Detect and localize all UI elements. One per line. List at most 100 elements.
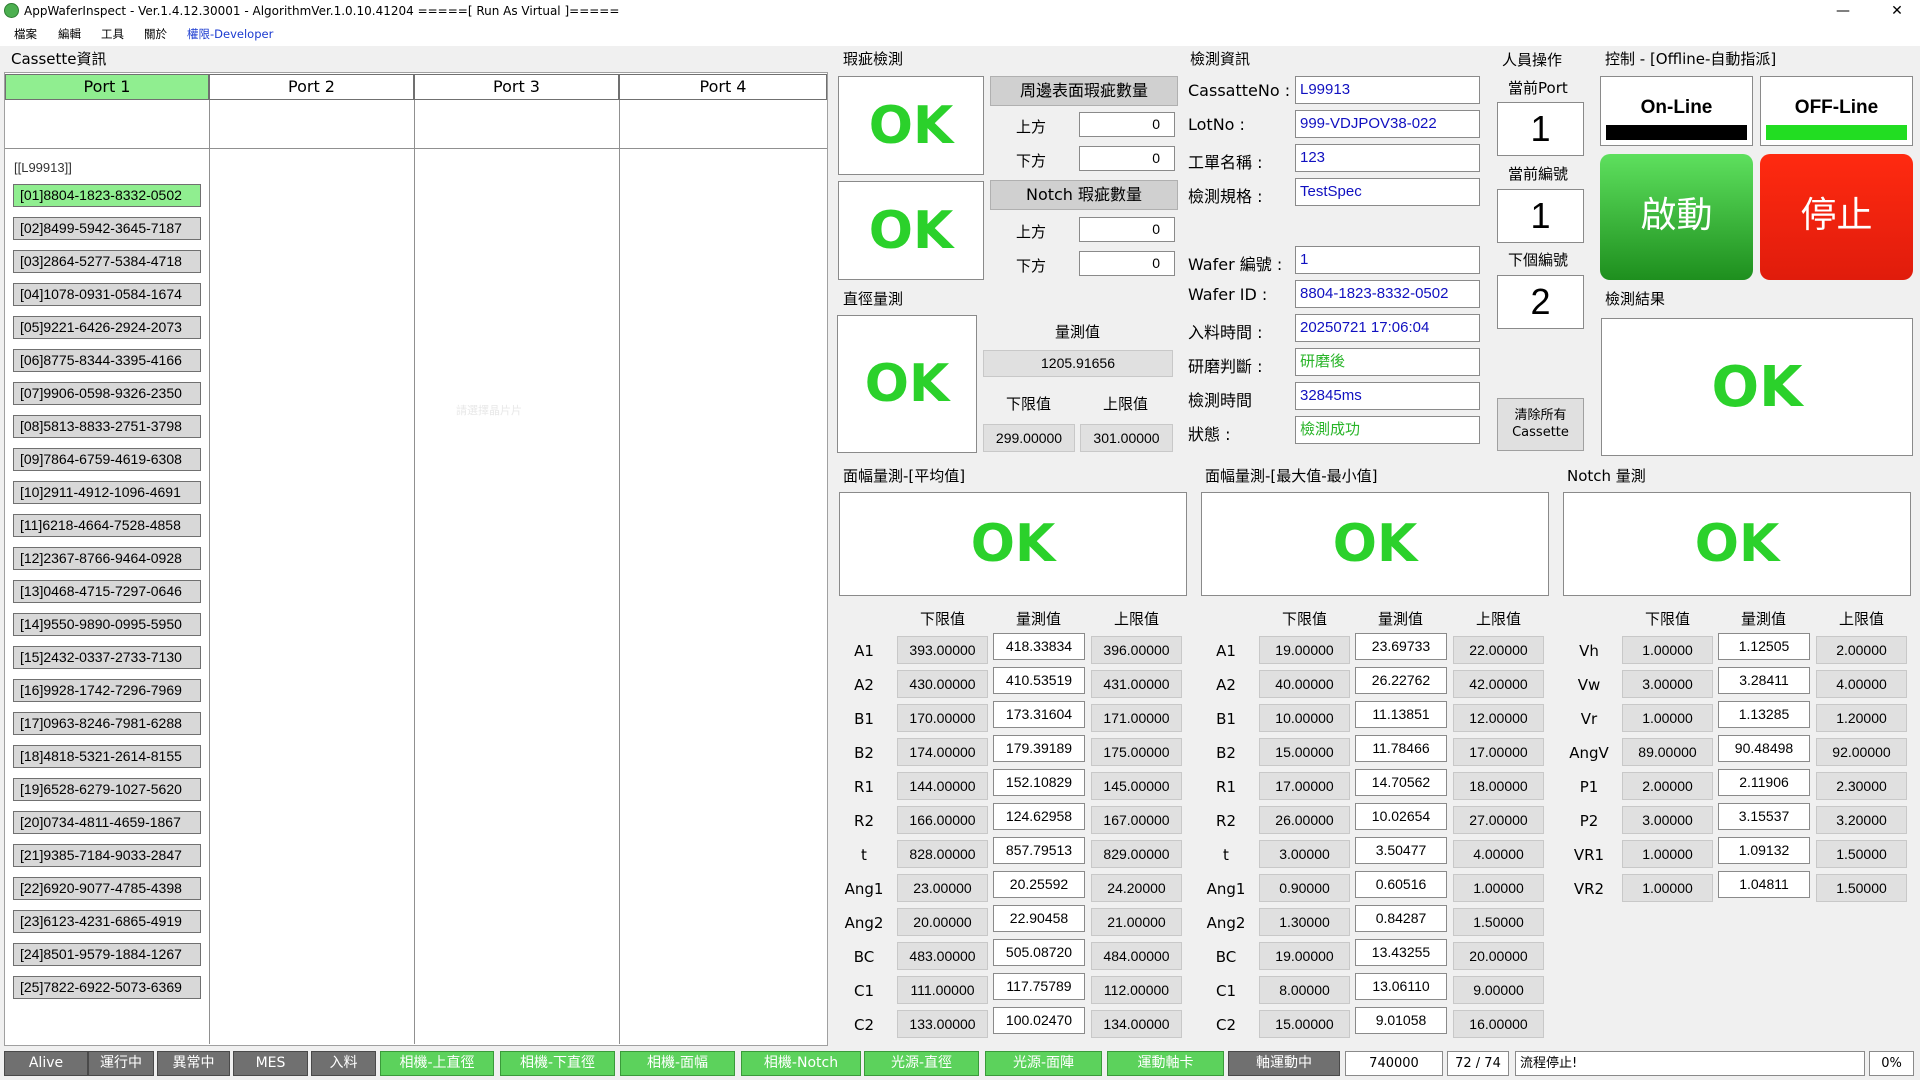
measured-value: 10.02654	[1355, 803, 1447, 830]
cassette-no-label: CassatteNo :	[1188, 81, 1291, 100]
lower-limit-value: 10.00000	[1259, 704, 1350, 732]
wafer-list-item[interactable]: [25]7822-6922-5073-6369	[13, 976, 201, 999]
maxmin-ok: OK	[1201, 492, 1549, 596]
tab-port-1[interactable]: Port 1	[5, 74, 209, 100]
status-indicator: 運行中	[88, 1051, 154, 1076]
wafer-list-item[interactable]: [24]8501-9579-1884-1267	[13, 943, 201, 966]
measured-value: 1.04811	[1718, 871, 1810, 898]
wafer-no-label: Wafer 編號 :	[1188, 255, 1283, 274]
wafer-list-item[interactable]: [17]0963-8246-7981-6288	[13, 712, 201, 735]
row-name: A1	[1216, 642, 1236, 660]
upper-limit-header: 上限值	[1114, 610, 1160, 628]
status-indicator: 運動軸卡	[1107, 1051, 1224, 1076]
counter-field: 740000	[1345, 1051, 1443, 1076]
menu-edit[interactable]: 編輯	[58, 22, 81, 46]
start-button[interactable]: 啟動	[1600, 154, 1753, 280]
wafer-list-item[interactable]: [12]2367-8766-9464-0928	[13, 547, 201, 570]
lower-limit-value: 3.00000	[1259, 840, 1350, 868]
measured-value: 100.02470	[993, 1007, 1085, 1034]
close-button[interactable]: ✕	[1874, 0, 1920, 22]
row-name: Vr	[1580, 710, 1598, 728]
clear-cassette-button[interactable]: 清除所有Cassette	[1497, 398, 1584, 451]
stop-button[interactable]: 停止	[1760, 154, 1913, 280]
wafer-list-item[interactable]: [03]2864-5277-5384-4718	[13, 250, 201, 273]
wafer-no-field: 1	[1295, 246, 1480, 274]
wafer-list-item[interactable]: [08]5813-8833-2751-3798	[13, 415, 201, 438]
wafer-list-item[interactable]: [16]9928-1742-7296-7969	[13, 679, 201, 702]
row-name: R2	[1216, 812, 1236, 830]
status-indicator: MES	[233, 1051, 308, 1076]
status-indicator: 異常中	[157, 1051, 230, 1076]
row-name: R1	[854, 778, 874, 796]
avg-ok: OK	[839, 492, 1187, 596]
wafer-list-item[interactable]: [21]9385-7184-9033-2847	[13, 844, 201, 867]
wafer-list-item[interactable]: [13]0468-4715-7297-0646	[13, 580, 201, 603]
wafer-list-item[interactable]: [14]9550-9890-0995-5950	[13, 613, 201, 636]
wafer-list-item[interactable]: [11]6218-4664-7528-4858	[13, 514, 201, 537]
menu-permission[interactable]: 權限-Developer	[187, 22, 273, 46]
wafer-list-item[interactable]: [20]0734-4811-4659-1867	[13, 811, 201, 834]
measured-value: 90.48498	[1718, 735, 1810, 762]
upper-limit-value: 4.00000	[1453, 840, 1544, 868]
row-name: A2	[854, 676, 874, 694]
title-bar: AppWaferInspect - Ver.1.4.12.30001 - Alg…	[0, 0, 1920, 22]
edge-defect-header: 周邊表面瑕疵數量	[990, 76, 1178, 106]
info-title: 檢測資訊	[1190, 50, 1251, 68]
measured-value: 23.69733	[1355, 633, 1447, 660]
row-name: t	[861, 846, 867, 864]
menu-tools[interactable]: 工具	[101, 22, 124, 46]
measured-value: 11.78466	[1355, 735, 1447, 762]
menu-bar: 檔案 編輯 工具 關於 權限-Developer	[0, 22, 1920, 46]
measured-value: 124.62958	[993, 803, 1085, 830]
wafer-list-item[interactable]: [19]6528-6279-1027-5620	[13, 778, 201, 801]
wafer-list-item[interactable]: [04]1078-0931-0584-1674	[13, 283, 201, 306]
wafer-list-item[interactable]: [18]4818-5321-2614-8155	[13, 745, 201, 768]
inspect-time-label: 檢測時間	[1188, 391, 1253, 410]
wafer-list-item[interactable]: [06]8775-8344-3395-4166	[13, 349, 201, 372]
menu-about[interactable]: 關於	[144, 22, 167, 46]
tab-port-2[interactable]: Port 2	[209, 74, 414, 100]
upper-limit-value: 1.20000	[1816, 704, 1907, 732]
wafer-list-item[interactable]: [02]8499-5942-3645-7187	[13, 217, 201, 240]
window-title: AppWaferInspect - Ver.1.4.12.30001 - Alg…	[24, 4, 620, 18]
wafer-list-item[interactable]: [05]9221-6426-2924-2073	[13, 316, 201, 339]
measured-value: 14.70562	[1355, 769, 1447, 796]
lower-limit-value: 174.00000	[897, 738, 988, 766]
measured-value: 22.90458	[993, 905, 1085, 932]
port-separator	[414, 100, 415, 1044]
measured-value: 173.31604	[993, 701, 1085, 728]
next-no-label: 下個編號	[1508, 251, 1569, 269]
upper-limit-value: 18.00000	[1453, 772, 1544, 800]
upper-limit-value: 21.00000	[1091, 908, 1182, 936]
wafer-list-item[interactable]: [07]9906-0598-9326-2350	[13, 382, 201, 405]
upper-limit-value: 9.00000	[1453, 976, 1544, 1004]
wafer-list-item[interactable]: [22]6920-9077-4785-4398	[13, 877, 201, 900]
wafer-list-item[interactable]: [15]2432-0337-2733-7130	[13, 646, 201, 669]
wafer-list-item[interactable]: [09]7864-6759-4619-6308	[13, 448, 201, 471]
current-port-label: 當前Port	[1508, 79, 1568, 97]
lower-limit-value: 483.00000	[897, 942, 988, 970]
upper-limit-value: 167.00000	[1091, 806, 1182, 834]
row-name: BC	[853, 948, 875, 966]
wafer-list-item[interactable]: [10]2911-4912-1096-4691	[13, 481, 201, 504]
tab-port-3[interactable]: Port 3	[414, 74, 619, 100]
load-time-field: 20250721 17:06:04	[1295, 314, 1480, 342]
status-indicator: 相機-Notch	[741, 1051, 861, 1076]
upper-limit-value: 2.30000	[1816, 772, 1907, 800]
minimize-button[interactable]: —	[1820, 0, 1866, 22]
inspect-time-field: 32845ms	[1295, 382, 1480, 410]
maxmin-title: 面幅量測-[最大值-最小值]	[1205, 467, 1378, 485]
wafer-list-item[interactable]: [01]8804-1823-8332-0502	[13, 184, 201, 207]
measured-value: 0.60516	[1355, 871, 1447, 898]
notch-up-label: 上方	[1016, 223, 1047, 241]
lower-limit-value: 19.00000	[1259, 942, 1350, 970]
wafer-list-item[interactable]: [23]6123-4231-6865-4919	[13, 910, 201, 933]
wafer-id-label: Wafer ID :	[1188, 285, 1268, 304]
lower-limit-header: 下限值	[920, 610, 966, 628]
lower-limit-value: 15.00000	[1259, 738, 1350, 766]
menu-file[interactable]: 檔案	[14, 22, 37, 46]
tab-port-4[interactable]: Port 4	[619, 74, 827, 100]
row-name: P2	[1579, 812, 1599, 830]
lower-limit-value: 1.00000	[1622, 874, 1713, 902]
lower-limit-value: 17.00000	[1259, 772, 1350, 800]
